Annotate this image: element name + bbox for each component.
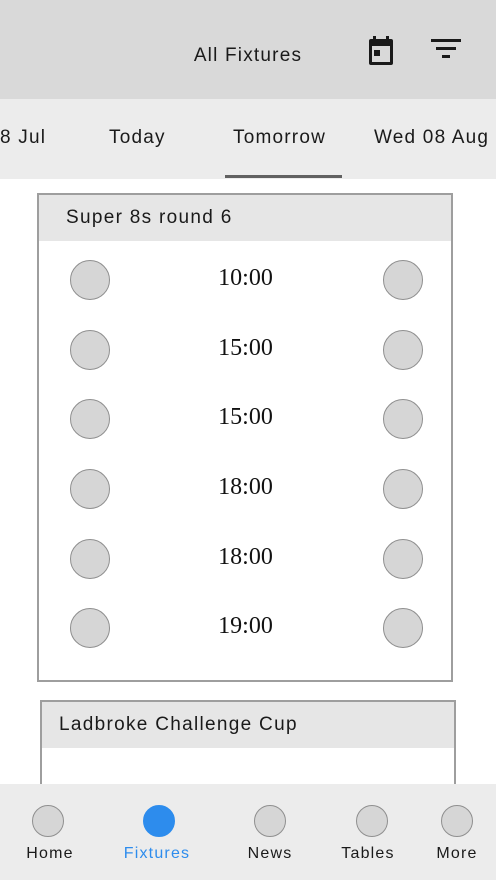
selected-tab-indicator [225, 175, 342, 178]
tab-tomorrow[interactable]: Tomorrow [233, 99, 326, 179]
competition-title: Ladbroke Challenge Cup [42, 702, 454, 748]
bottom-nav: Home Fixtures News Tables More [0, 784, 496, 880]
away-team-badge[interactable] [383, 538, 423, 579]
fixture-row[interactable]: 19:00 [39, 593, 451, 663]
tab-today[interactable]: Today [109, 99, 166, 179]
away-team-badge[interactable] [383, 469, 423, 510]
tables-icon [356, 805, 388, 837]
nav-news-label: News [247, 845, 293, 862]
fixture-row[interactable]: 18:00 [39, 524, 451, 594]
nav-fixtures[interactable]: Fixtures [106, 784, 208, 880]
tab-8-jul[interactable]: 8 Jul [0, 99, 46, 179]
away-team-badge[interactable] [383, 608, 423, 649]
nav-more[interactable]: More [424, 784, 494, 880]
date-tab-bar: 8 Jul Today Tomorrow Wed 08 Aug [0, 99, 496, 179]
tab-wed-08-aug[interactable]: Wed 08 Aug [374, 99, 489, 179]
more-icon [441, 805, 473, 837]
filter-icon[interactable] [428, 34, 464, 64]
competition-card: Super 8s round 6 10:00 15:00 15:00 18:00… [37, 193, 453, 682]
fixture-row[interactable]: 10:00 [39, 245, 451, 315]
competition-title: Super 8s round 6 [39, 195, 451, 241]
nav-home-label: Home [26, 845, 74, 862]
nav-news[interactable]: News [222, 784, 318, 880]
away-team-badge[interactable] [383, 260, 423, 300]
app-header: All Fixtures [0, 0, 496, 99]
nav-tables[interactable]: Tables [322, 784, 422, 880]
nav-home[interactable]: Home [0, 784, 100, 880]
home-icon [32, 805, 64, 837]
fixture-row[interactable]: 18:00 [39, 454, 451, 524]
away-team-badge[interactable] [383, 399, 423, 440]
page-title: All Fixtures [193, 45, 303, 66]
nav-tables-label: Tables [341, 845, 395, 862]
news-icon [254, 805, 286, 837]
away-team-badge[interactable] [383, 329, 423, 370]
fixtures-icon [143, 805, 175, 837]
fixture-row[interactable]: 15:00 [39, 315, 451, 385]
calendar-icon[interactable] [364, 34, 398, 68]
fixture-row[interactable]: 15:00 [39, 384, 451, 454]
nav-more-label: More [436, 845, 478, 862]
nav-fixtures-label: Fixtures [123, 845, 191, 862]
